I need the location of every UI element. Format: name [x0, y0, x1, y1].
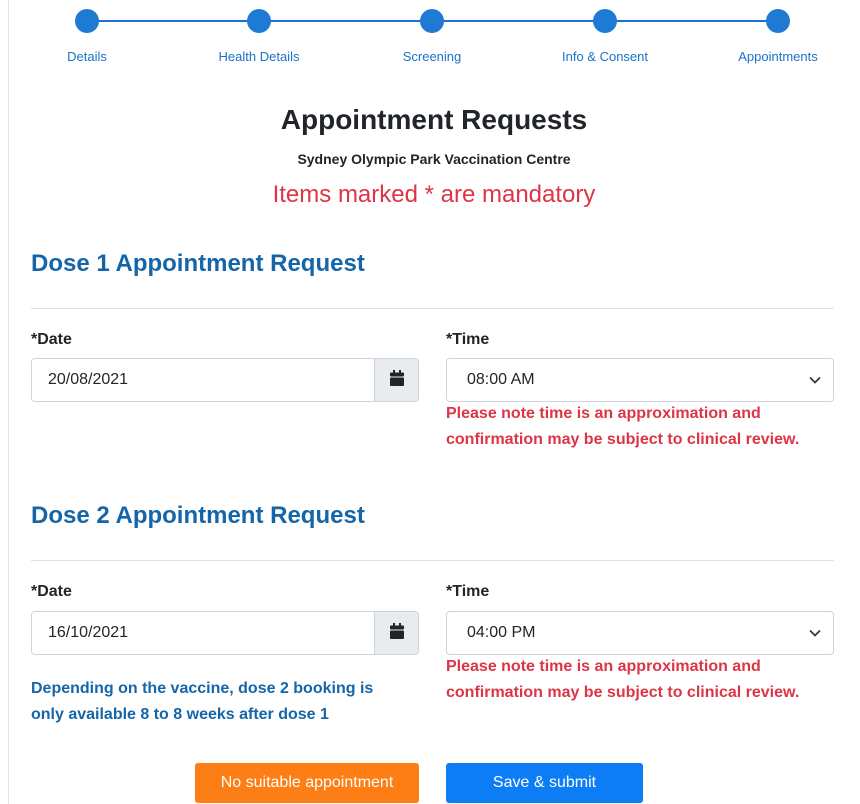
step-dot	[766, 9, 790, 33]
step-info-consent[interactable]: Info & Consent	[540, 9, 670, 64]
step-label: Appointments	[738, 49, 818, 64]
dose1-calendar-button[interactable]	[374, 359, 418, 401]
step-label: Screening	[402, 49, 462, 64]
dose2-interval-info: Depending on the vaccine, dose 2 booking…	[31, 676, 431, 728]
dose2-time-label: *Time	[446, 583, 490, 600]
divider	[31, 560, 834, 561]
dose1-time-warning: Please note time is an approximation and…	[446, 401, 846, 453]
dose1-time-value: 08:00 AM	[467, 371, 535, 388]
dose2-time-select[interactable]: 04:00 PM	[446, 611, 834, 655]
centre-name: Sydney Olympic Park Vaccination Centre	[297, 151, 571, 167]
info-line: only available 8 to 8 weeks after dose 1	[31, 706, 329, 723]
step-dot	[247, 9, 271, 33]
step-health-details[interactable]: Health Details	[194, 9, 324, 64]
dose2-calendar-button[interactable]	[374, 612, 418, 654]
calendar-icon	[389, 369, 404, 391]
no-suitable-appointment-button[interactable]: No suitable appointment	[195, 763, 419, 803]
dose1-section-title: Dose 1 Appointment Request	[31, 250, 365, 277]
dose2-date-input[interactable]	[32, 612, 374, 654]
warning-line: Please note time is an approximation and	[446, 658, 761, 675]
divider	[31, 308, 834, 309]
step-dot	[75, 9, 99, 33]
save-submit-button[interactable]: Save & submit	[446, 763, 643, 803]
chevron-down-icon	[809, 624, 821, 642]
step-details[interactable]: Details	[22, 9, 152, 64]
warning-line: confirmation may be subject to clinical …	[446, 431, 800, 448]
dose2-date-label: *Date	[31, 583, 72, 600]
calendar-icon	[389, 622, 404, 644]
warning-line: confirmation may be subject to clinical …	[446, 684, 800, 701]
chevron-down-icon	[809, 371, 821, 389]
step-label: Info & Consent	[562, 49, 648, 64]
step-dot	[420, 9, 444, 33]
dose1-date-label: *Date	[31, 331, 72, 348]
info-line: Depending on the vaccine, dose 2 booking…	[31, 680, 374, 697]
step-screening[interactable]: Screening	[367, 9, 497, 64]
dose2-section-title: Dose 2 Appointment Request	[31, 502, 365, 529]
dose2-date-field	[31, 611, 419, 655]
dose1-date-field	[31, 358, 419, 402]
step-label: Health Details	[218, 49, 300, 64]
step-dot	[593, 9, 617, 33]
warning-line: Please note time is an approximation and	[446, 405, 761, 422]
page-title: Appointment Requests	[280, 104, 588, 135]
dose1-date-input[interactable]	[32, 359, 374, 401]
step-label: Details	[67, 49, 107, 64]
mandatory-note: Items marked * are mandatory	[272, 181, 596, 208]
step-appointments[interactable]: Appointments	[713, 9, 843, 64]
progress-stepper: Details Health Details Screening Info & …	[0, 0, 860, 70]
dose1-time-select[interactable]: 08:00 AM	[446, 358, 834, 402]
dose2-time-warning: Please note time is an approximation and…	[446, 654, 846, 706]
dose1-time-label: *Time	[446, 331, 490, 348]
dose2-time-value: 04:00 PM	[467, 624, 536, 641]
